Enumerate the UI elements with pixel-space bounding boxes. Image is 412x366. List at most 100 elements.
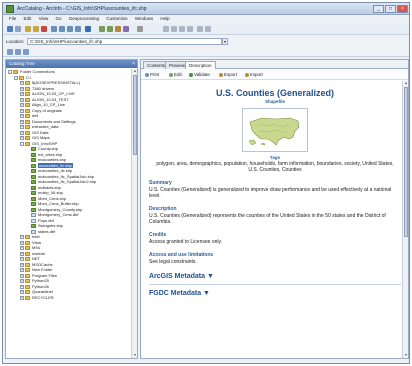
help-icon[interactable] (137, 26, 143, 32)
shapefile-icon (31, 207, 36, 212)
import-button[interactable]: Import (245, 72, 263, 77)
folder-icon (25, 130, 30, 135)
import-label: Import (250, 72, 263, 77)
pan-icon[interactable] (179, 26, 185, 32)
expand-icon[interactable]: + (20, 92, 24, 96)
connect-folder-icon[interactable] (7, 26, 13, 32)
modelbuilder-icon[interactable] (123, 26, 129, 32)
catalog-window-icon[interactable] (99, 26, 105, 32)
scroll-up-icon[interactable]: ▲ (132, 69, 137, 74)
large-icons-icon[interactable] (51, 26, 57, 32)
scroll-thumb[interactable] (133, 75, 137, 155)
expand-icon[interactable]: + (20, 97, 24, 102)
expand-icon[interactable]: + (20, 284, 24, 289)
scroll-down-icon[interactable]: ▼ (403, 353, 408, 358)
zoom-out-icon[interactable] (171, 26, 177, 32)
expand-icon[interactable]: + (20, 295, 24, 300)
expand-icon[interactable]: + (20, 268, 24, 272)
description-scrollbar[interactable]: ▲ ▼ (402, 81, 408, 358)
expand-icon[interactable]: + (20, 119, 24, 124)
expand-icon[interactable]: + (20, 235, 24, 239)
menu-view[interactable]: View (39, 16, 49, 21)
maximize-button[interactable]: □ (385, 5, 396, 13)
tree-scrollbar[interactable]: ▲ ▼ (131, 69, 137, 358)
tree-item[interactable]: + RECYCLER (6, 295, 132, 301)
arcgis-metadata-toggle[interactable]: ArcGIS Metadata ▼ (149, 273, 401, 280)
expand-icon[interactable]: + (20, 279, 24, 283)
scroll-thumb[interactable] (404, 87, 408, 237)
menu-geoprocessing[interactable]: Geoprocessing (69, 16, 99, 21)
minimize-button[interactable]: _ (373, 5, 384, 13)
expand-icon[interactable]: + (20, 240, 24, 245)
catalog-tree-title: Catalog Tree (9, 61, 35, 66)
scroll-down-icon[interactable]: ▼ (132, 353, 137, 358)
list-icon[interactable] (59, 26, 65, 32)
expand-icon[interactable]: + (20, 246, 24, 250)
location-input[interactable]: C:\GIS_Info\SHP\uscounties_ifc.shp (27, 38, 222, 45)
expand-icon[interactable]: + (20, 103, 24, 107)
shapefile-icon (31, 163, 36, 168)
title-bar: ArcCatalog - ArcInfo - C:\GIS_Info\SHP\u… (3, 3, 409, 15)
expand-icon[interactable]: + (20, 130, 24, 135)
main-toolbar (3, 23, 409, 35)
expand-icon[interactable]: + (20, 81, 24, 85)
validate-button[interactable]: Validate (189, 72, 210, 77)
menu-edit[interactable]: Edit (24, 16, 32, 21)
folder-icon (25, 114, 30, 118)
expand-icon[interactable]: + (20, 108, 24, 113)
details-icon[interactable] (67, 26, 73, 32)
full-extent-icon[interactable] (187, 26, 193, 32)
collapse-icon[interactable]: - (8, 70, 12, 74)
edit-icon (169, 72, 173, 77)
menu-windows[interactable]: Windows (135, 16, 153, 21)
search-icon[interactable] (85, 26, 91, 32)
export-label: Export (224, 72, 238, 77)
folder-icon (25, 295, 30, 300)
create-thumbnail-icon[interactable] (205, 26, 211, 32)
expand-icon[interactable]: + (20, 262, 24, 267)
close-pane-icon[interactable]: × (132, 60, 135, 68)
paste-icon[interactable] (33, 26, 39, 32)
collapse-icon[interactable]: - (14, 75, 18, 80)
thumbnails-icon[interactable] (75, 26, 81, 32)
collapse-icon[interactable]: - (20, 141, 24, 146)
expand-icon[interactable]: + (20, 86, 24, 91)
expand-icon[interactable]: + (20, 251, 24, 256)
delete-icon[interactable] (41, 26, 47, 32)
up-one-level-icon[interactable] (23, 49, 29, 55)
copy-icon[interactable] (25, 26, 31, 32)
menu-go[interactable]: Go (56, 16, 62, 21)
expand-icon[interactable]: + (20, 257, 24, 261)
export-button[interactable]: Export (219, 72, 237, 77)
folder-icon (25, 235, 30, 239)
expand-icon[interactable]: + (20, 273, 24, 278)
scroll-up-icon[interactable]: ▲ (403, 81, 408, 86)
python-window-icon[interactable] (115, 26, 121, 32)
expand-icon[interactable]: + (20, 290, 24, 294)
us-map-thumbnail (248, 117, 300, 146)
location-dropdown-icon[interactable]: ▾ (222, 38, 228, 45)
folder-icon (25, 246, 30, 250)
shapefile-icon (31, 202, 36, 206)
print-button[interactable]: Print (145, 72, 159, 77)
close-button[interactable]: × (397, 5, 408, 13)
zoom-in-icon[interactable] (163, 26, 169, 32)
forward-icon[interactable] (15, 49, 21, 55)
menu-file[interactable]: File (9, 16, 16, 21)
menu-help[interactable]: Help (160, 16, 169, 21)
expand-icon[interactable]: + (20, 136, 24, 140)
arctoolbox-icon[interactable] (107, 26, 113, 32)
menu-customize[interactable]: Customize (106, 16, 127, 21)
expand-icon[interactable]: + (20, 114, 24, 118)
disconnect-folder-icon[interactable] (15, 26, 21, 32)
folder-icon (25, 103, 30, 107)
expand-icon[interactable]: + (20, 125, 24, 129)
back-icon[interactable] (7, 49, 13, 55)
identify-icon[interactable] (197, 26, 203, 32)
edit-button[interactable]: Edit (169, 72, 182, 77)
folder-icon (25, 97, 30, 102)
table-icon (31, 213, 36, 217)
access-heading: Access and use limitations (149, 252, 214, 258)
shapefile-icon (31, 158, 36, 162)
fgdc-metadata-toggle[interactable]: FGDC Metadata ▼ (149, 290, 401, 297)
